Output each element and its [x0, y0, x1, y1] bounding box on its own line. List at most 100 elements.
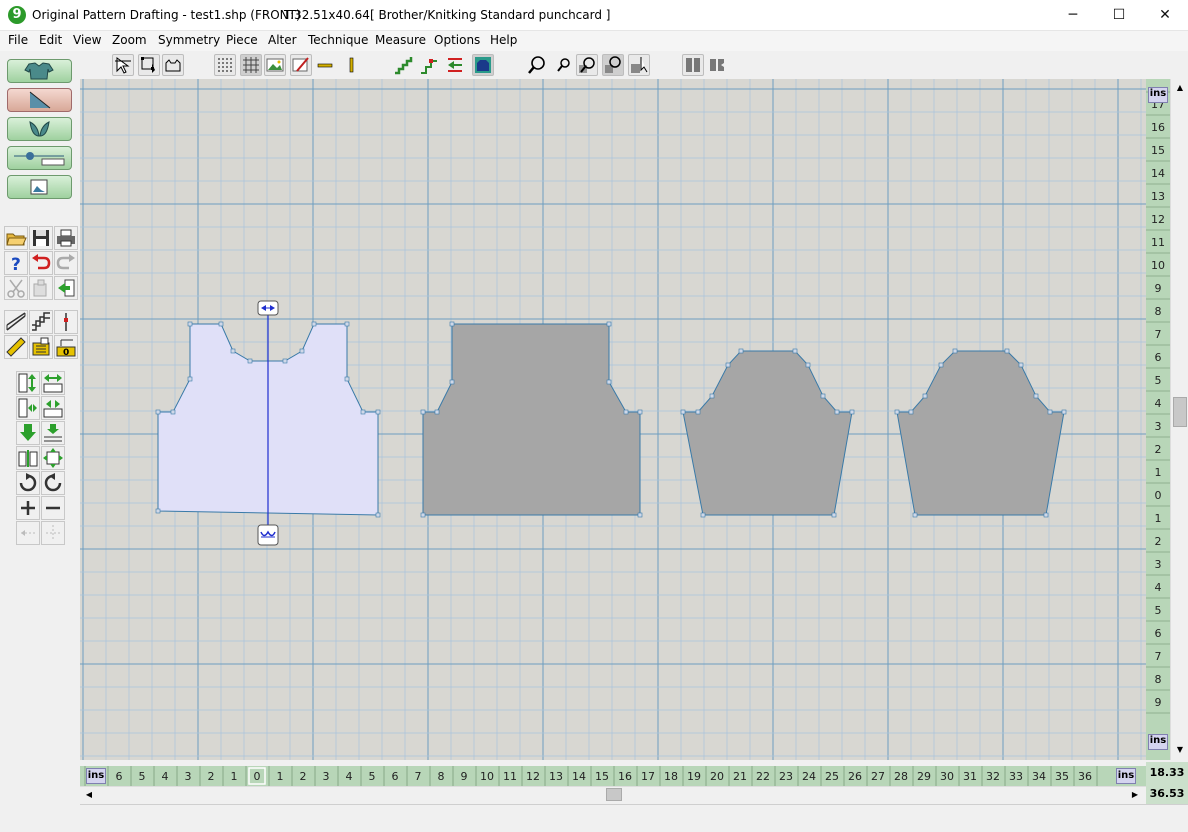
horizontal-scroll-thumb[interactable]: [606, 788, 622, 801]
vruler-label: 5: [1155, 374, 1162, 387]
plus-icon[interactable]: [16, 496, 40, 520]
close-button[interactable]: ✕: [1142, 0, 1188, 31]
pen-image-icon[interactable]: [290, 54, 312, 76]
hruler-label: 25: [825, 770, 839, 783]
mirror-icon[interactable]: [16, 446, 40, 470]
help-question-icon[interactable]: ?: [4, 251, 28, 275]
hruler-label: 21: [733, 770, 747, 783]
slider-ruler-icon[interactable]: [7, 146, 72, 170]
vertical-ruler[interactable]: 17 16 15 14 13 12 11 10 9 8 7 6 5 4 3 2 1 0 1 2 3 4 5 6 7 8 9 ins …: [1146, 79, 1170, 760]
height-resize-icon[interactable]: [16, 371, 40, 395]
zoom-fit-icon[interactable]: [576, 54, 598, 76]
twin-leaf-icon[interactable]: [7, 117, 72, 141]
minus-icon[interactable]: [41, 496, 65, 520]
menu-technique[interactable]: Technique: [308, 33, 368, 47]
hruler-label: 20: [710, 770, 724, 783]
vertical-scrollbar[interactable]: ▲ ▼: [1170, 79, 1188, 760]
dot-grid-icon[interactable]: [214, 54, 236, 76]
down-arrow-icon[interactable]: [16, 421, 40, 445]
steps-icon[interactable]: [29, 310, 53, 334]
vruler-label: 13: [1151, 190, 1165, 203]
redo-icon[interactable]: [54, 251, 78, 275]
rotate-left-icon[interactable]: [41, 471, 65, 495]
minimize-button[interactable]: ─: [1050, 0, 1096, 31]
menu-edit[interactable]: Edit: [39, 33, 62, 47]
knit-chart-icon[interactable]: [472, 54, 494, 76]
window-card-info: [ Brother/Knitking Standard punchcard ]: [370, 8, 611, 22]
slope-icon[interactable]: [4, 310, 28, 334]
vertical-line-icon[interactable]: [340, 54, 362, 76]
scroll-up-arrow-icon[interactable]: ▲: [1173, 81, 1187, 95]
scroll-right-arrow-icon[interactable]: ▶: [1128, 788, 1142, 801]
piece-sleeve-right[interactable]: [896, 350, 1065, 516]
menu-symmetry[interactable]: Symmetry: [158, 33, 220, 47]
left-resize-icon[interactable]: [16, 396, 40, 420]
vruler-unit-bottom: ins: [1148, 734, 1168, 750]
hruler-label: 23: [779, 770, 793, 783]
vruler-label: 2: [1155, 443, 1162, 456]
save-disk-icon[interactable]: [29, 226, 53, 250]
main-toolbar: [82, 51, 1188, 79]
scroll-down-arrow-icon[interactable]: ▼: [1173, 743, 1187, 757]
scissors-icon[interactable]: [4, 276, 28, 300]
diagonal-pattern-icon[interactable]: [7, 88, 72, 112]
move-all-icon[interactable]: [41, 446, 65, 470]
piece-sleeve-left[interactable]: [682, 350, 853, 516]
front-back-icon[interactable]: [682, 54, 704, 76]
pattern-canvas-svg[interactable]: [80, 79, 1146, 760]
print-icon[interactable]: [54, 226, 78, 250]
menu-help[interactable]: Help: [490, 33, 517, 47]
prev-dotted-icon[interactable]: [16, 521, 40, 545]
rotate-right-icon[interactable]: [16, 471, 40, 495]
open-folder-icon[interactable]: [4, 226, 28, 250]
center-resize-icon[interactable]: [41, 396, 65, 420]
select-arrow-icon[interactable]: [112, 54, 134, 76]
width-resize-icon[interactable]: [41, 371, 65, 395]
scroll-left-arrow-icon[interactable]: ◀: [82, 788, 96, 801]
staircase-icon[interactable]: [392, 54, 414, 76]
spread-icon[interactable]: [41, 421, 65, 445]
hruler-label: 3: [185, 770, 192, 783]
menu-view[interactable]: View: [73, 33, 101, 47]
vruler-label: 3: [1155, 420, 1162, 433]
menu-piece[interactable]: Piece: [226, 33, 258, 47]
title-bar: 9 Original Pattern Drafting - test1.shp …: [0, 0, 1188, 31]
flip-piece-icon[interactable]: [706, 54, 728, 76]
next-dotted-icon[interactable]: [41, 521, 65, 545]
horizontal-scrollbar[interactable]: ◀ ▶: [80, 786, 1146, 802]
menu-alter[interactable]: Alter: [268, 33, 297, 47]
sweater-mode-icon[interactable]: [7, 59, 72, 83]
measure-icon[interactable]: [29, 335, 53, 359]
node-step-icon[interactable]: [418, 54, 440, 76]
point-icon[interactable]: [54, 310, 78, 334]
node-select-icon[interactable]: [138, 54, 160, 76]
zoom-page-icon[interactable]: [628, 54, 650, 76]
piece-back[interactable]: [422, 323, 641, 516]
exit-icon[interactable]: [54, 276, 78, 300]
zoom-out-icon[interactable]: [552, 54, 574, 76]
arrow-left-icon[interactable]: [444, 54, 466, 76]
zoom-window-icon[interactable]: [602, 54, 624, 76]
picture-frame-icon[interactable]: [7, 175, 72, 199]
center-handle-bottom[interactable]: [257, 524, 279, 546]
undo-icon[interactable]: [29, 251, 53, 275]
center-handle-top[interactable]: [257, 300, 279, 316]
pattern-canvas[interactable]: [80, 79, 1146, 760]
menu-zoom[interactable]: Zoom: [112, 33, 147, 47]
copy-icon[interactable]: [29, 276, 53, 300]
image-icon[interactable]: [264, 54, 286, 76]
line-grid-icon[interactable]: [240, 54, 262, 76]
horizontal-ruler[interactable]: 6 5 4 3 2 1 0 1 2 3 4 5 6 7 8 9 10 11 12 13 14 15 16 17 18 19 20 21…: [80, 766, 1146, 786]
menu-options[interactable]: Options: [434, 33, 480, 47]
menu-file[interactable]: File: [8, 33, 28, 47]
menu-measure[interactable]: Measure: [375, 33, 426, 47]
vertical-scroll-thumb[interactable]: [1173, 397, 1187, 427]
zoom-in-icon[interactable]: [526, 54, 548, 76]
maximize-button[interactable]: ☐: [1096, 0, 1142, 31]
horizontal-line-icon[interactable]: [314, 54, 336, 76]
ruler-icon[interactable]: [4, 335, 28, 359]
shape-outline-icon[interactable]: [162, 54, 184, 76]
zero-icon[interactable]: 0: [54, 335, 78, 359]
hruler-label: 22: [756, 770, 770, 783]
vruler-label: 14: [1151, 167, 1165, 180]
